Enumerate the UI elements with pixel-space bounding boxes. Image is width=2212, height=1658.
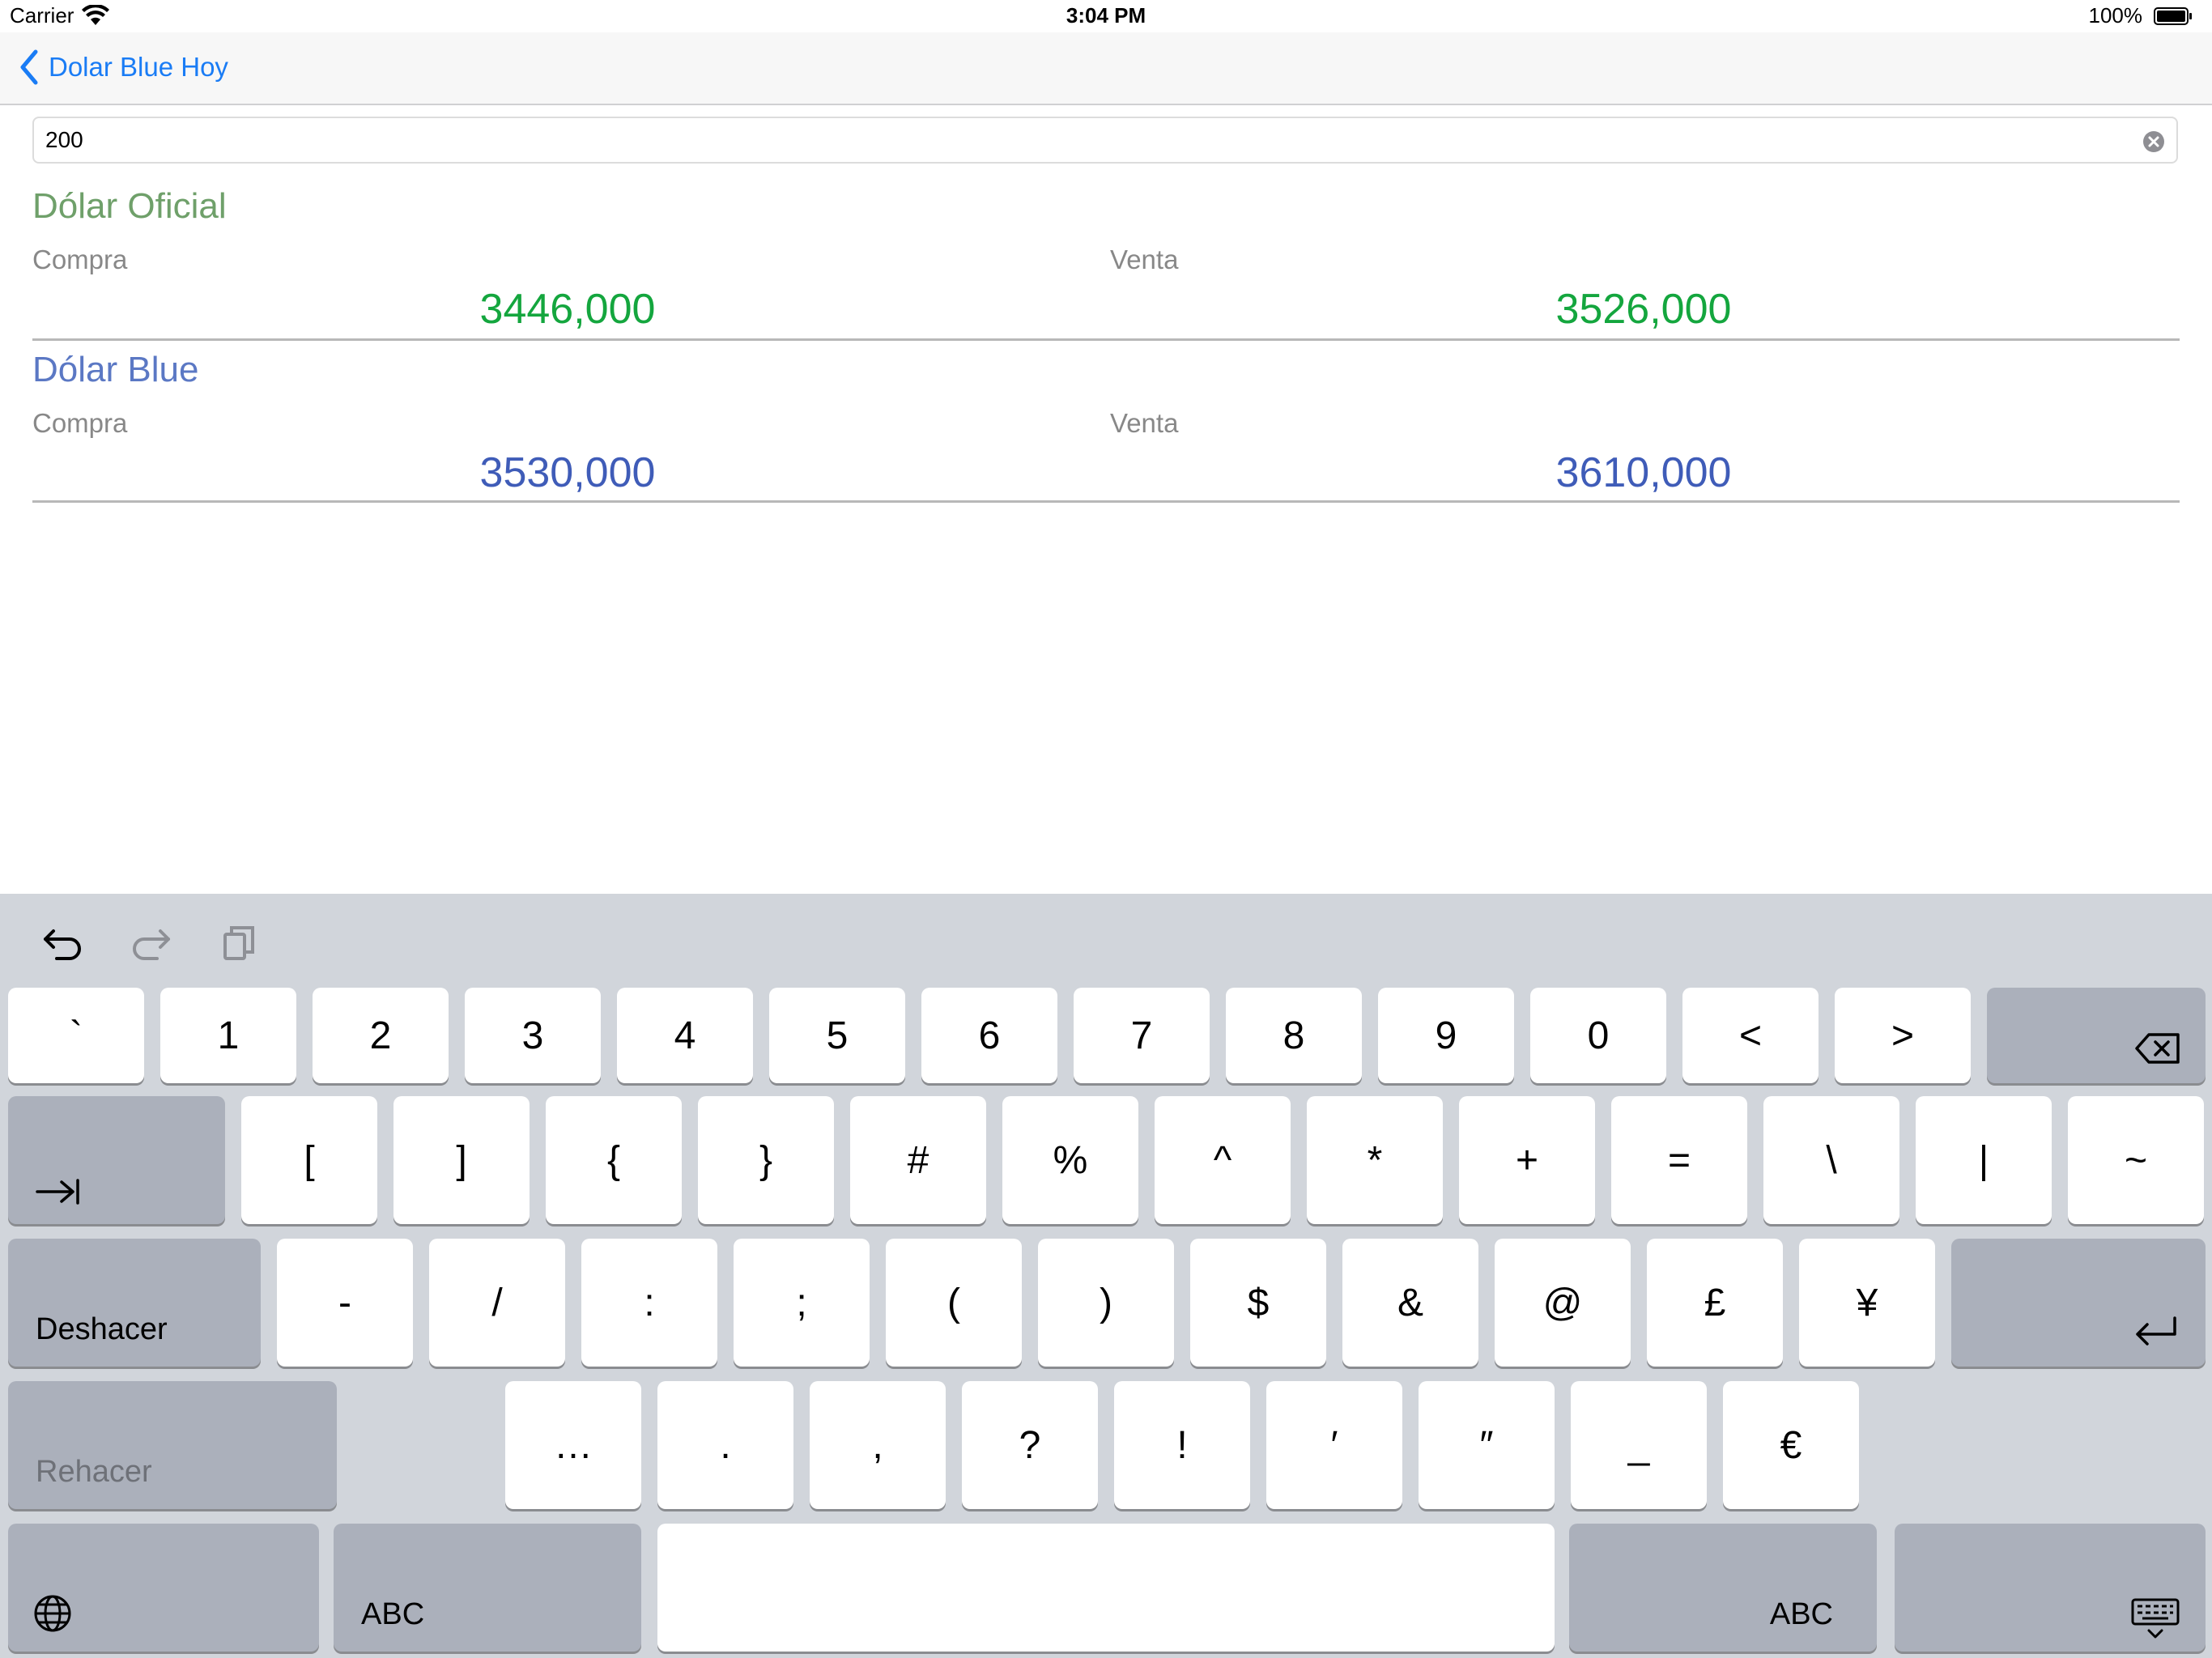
- key[interactable]: ″: [1419, 1381, 1555, 1509]
- section-dolar-oficial: Dólar Oficial Compra Venta 3446,000 3526…: [32, 186, 2180, 343]
- key[interactable]: ): [1038, 1239, 1174, 1367]
- space-key[interactable]: [657, 1524, 1555, 1652]
- key[interactable]: }: [698, 1096, 834, 1224]
- key[interactable]: (: [886, 1239, 1022, 1367]
- key[interactable]: :: [581, 1239, 717, 1367]
- key[interactable]: /: [429, 1239, 565, 1367]
- status-bar: Carrier 3:04 PM 100%: [0, 0, 2212, 32]
- paste-icon[interactable]: [215, 918, 264, 967]
- key[interactable]: -: [277, 1239, 413, 1367]
- delete-key[interactable]: [1987, 988, 2206, 1083]
- key[interactable]: ~: [2068, 1096, 2204, 1224]
- section-title: Dólar Oficial: [32, 186, 227, 226]
- key[interactable]: 0: [1530, 988, 1666, 1083]
- key[interactable]: ′: [1266, 1381, 1402, 1509]
- key[interactable]: +: [1459, 1096, 1595, 1224]
- key[interactable]: ^: [1155, 1096, 1291, 1224]
- battery-icon: [2154, 7, 2192, 25]
- key[interactable]: =: [1611, 1096, 1747, 1224]
- key[interactable]: 6: [921, 988, 1057, 1083]
- key[interactable]: 2: [313, 988, 449, 1083]
- key[interactable]: {: [546, 1096, 682, 1224]
- key[interactable]: 7: [1074, 988, 1210, 1083]
- key[interactable]: @: [1495, 1239, 1631, 1367]
- key[interactable]: …: [505, 1381, 641, 1509]
- section-divider: [32, 338, 2180, 341]
- key[interactable]: €: [1723, 1381, 1859, 1509]
- abc-key-left[interactable]: ABC: [334, 1524, 641, 1652]
- amount-input[interactable]: [45, 121, 2118, 159]
- clear-icon[interactable]: [2142, 130, 2165, 153]
- return-icon: [2136, 1316, 2176, 1346]
- key[interactable]: <: [1682, 988, 1819, 1083]
- key[interactable]: 9: [1378, 988, 1514, 1083]
- compra-value: 3530,000: [479, 449, 656, 496]
- key[interactable]: ?: [962, 1381, 1098, 1509]
- key[interactable]: >: [1835, 988, 1971, 1083]
- venta-label: Venta: [1110, 244, 1179, 274]
- venta-value: 3610,000: [1555, 449, 1732, 496]
- dismiss-keyboard-key[interactable]: [1895, 1524, 2206, 1652]
- key[interactable]: |: [1916, 1096, 2052, 1224]
- key[interactable]: _: [1571, 1381, 1707, 1509]
- chevron-left-icon: [20, 49, 38, 85]
- keyboard-dismiss-icon: [2131, 1598, 2180, 1639]
- key[interactable]: %: [1002, 1096, 1138, 1224]
- key[interactable]: ,: [810, 1381, 946, 1509]
- section-divider: [32, 500, 2180, 503]
- key[interactable]: 5: [769, 988, 905, 1083]
- globe-key[interactable]: [8, 1524, 319, 1652]
- back-button-label: Dolar Blue Hoy: [49, 52, 228, 82]
- redo-icon[interactable]: [126, 918, 175, 967]
- undo-key[interactable]: Deshacer: [8, 1239, 261, 1367]
- key[interactable]: ¥: [1799, 1239, 1935, 1367]
- amount-field[interactable]: [32, 117, 2178, 164]
- tab-key[interactable]: [8, 1096, 225, 1224]
- key[interactable]: 1: [160, 988, 296, 1083]
- section-dolar-blue: Dólar Blue Compra Venta 3530,000 3610,00…: [32, 350, 2180, 507]
- key[interactable]: .: [657, 1381, 793, 1509]
- navigation-bar: Dolar Blue Hoy: [0, 32, 2212, 105]
- key[interactable]: 8: [1226, 988, 1362, 1083]
- key[interactable]: £: [1647, 1239, 1783, 1367]
- tab-icon: [36, 1179, 79, 1205]
- undo-icon[interactable]: [39, 918, 87, 967]
- key[interactable]: `: [8, 988, 144, 1083]
- key[interactable]: [: [241, 1096, 377, 1224]
- return-key[interactable]: [1951, 1239, 2206, 1367]
- key[interactable]: ]: [393, 1096, 530, 1224]
- abc-key-right[interactable]: ABC: [1569, 1524, 1877, 1652]
- delete-icon: [2135, 1033, 2180, 1064]
- globe-icon: [34, 1595, 71, 1632]
- key[interactable]: *: [1307, 1096, 1443, 1224]
- battery-percentage: 100%: [2088, 3, 2143, 28]
- keyboard: ` 1 2 3 4 5 6 7 8 9 0 < > []{} #% ^ * + = \ | ~ - /:;() $ & @ £ ¥ ….,…: [0, 894, 2212, 1658]
- back-button[interactable]: Dolar Blue Hoy: [18, 49, 228, 86]
- redo-key[interactable]: Rehacer: [8, 1381, 337, 1509]
- venta-value: 3526,000: [1555, 286, 1732, 333]
- compra-label: Compra: [32, 408, 128, 438]
- key[interactable]: !: [1114, 1381, 1250, 1509]
- section-title: Dólar Blue: [32, 350, 199, 389]
- compra-label: Compra: [32, 244, 128, 274]
- key[interactable]: ;: [734, 1239, 870, 1367]
- key[interactable]: $: [1190, 1239, 1326, 1367]
- key[interactable]: &: [1342, 1239, 1478, 1367]
- clock: 3:04 PM: [1066, 3, 1146, 28]
- venta-label: Venta: [1110, 408, 1179, 438]
- key[interactable]: #: [850, 1096, 986, 1224]
- key[interactable]: 4: [617, 988, 753, 1083]
- key[interactable]: 3: [465, 988, 601, 1083]
- key[interactable]: \: [1763, 1096, 1899, 1224]
- compra-value: 3446,000: [479, 286, 656, 333]
